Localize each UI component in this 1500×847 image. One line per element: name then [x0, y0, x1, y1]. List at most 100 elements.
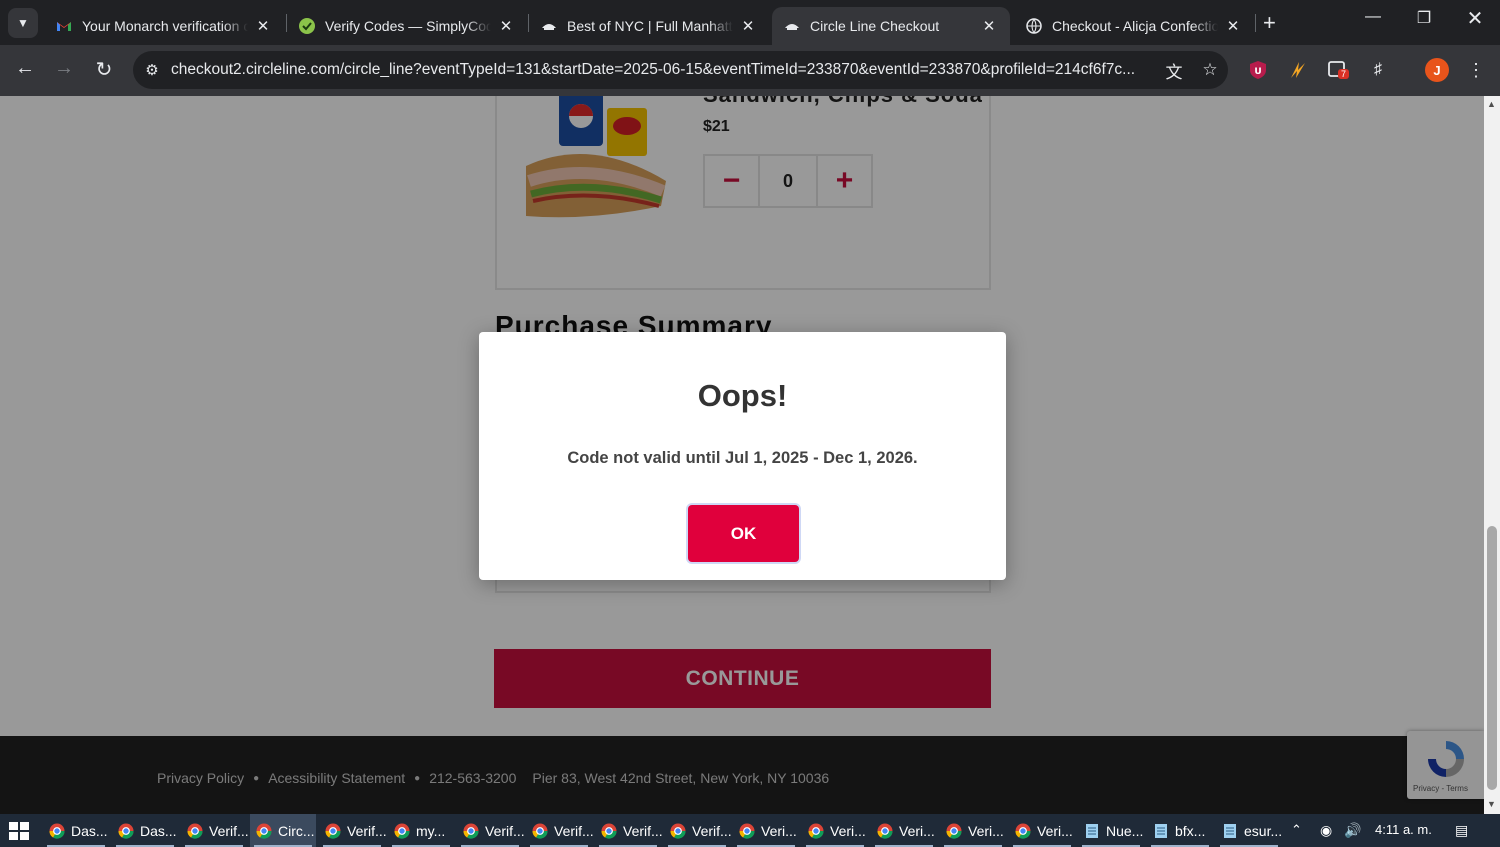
taskbar-item-label: Veri... — [968, 822, 1004, 839]
ublock-shield-icon[interactable]: U — [1246, 58, 1270, 82]
taskbar-item[interactable]: Verif... — [181, 814, 249, 847]
forward-arrow-icon[interactable]: → — [50, 57, 78, 80]
extension-badge-icon[interactable]: 7 — [1326, 58, 1350, 82]
chrome-icon — [118, 823, 134, 839]
page-scrollbar[interactable]: ▲ ▼ — [1484, 96, 1500, 814]
close-icon[interactable]: ✕ — [497, 17, 515, 35]
taskbar-item[interactable]: Veri... — [871, 814, 937, 847]
tab-title: Circle Line Checkout — [810, 18, 940, 34]
taskbar-item-label: Circ... — [278, 822, 315, 839]
restore-icon[interactable]: ❐ — [1404, 8, 1444, 28]
wifi-icon[interactable]: ◉ — [1320, 822, 1332, 839]
taskbar-item[interactable]: esur... — [1216, 814, 1282, 847]
taskbar-item[interactable]: my... — [388, 814, 454, 847]
chevron-down-icon: ▼ — [17, 16, 29, 30]
profile-avatar[interactable]: J — [1425, 58, 1449, 82]
chrome-icon — [670, 823, 686, 839]
bookmark-star-icon[interactable]: ☆ — [1192, 60, 1228, 80]
close-icon[interactable]: ✕ — [1224, 17, 1242, 35]
window-close-icon[interactable]: ✕ — [1455, 6, 1495, 31]
tab-simplycodes[interactable]: Verify Codes — SimplyCodes ✕ — [287, 7, 527, 45]
notifications-icon[interactable]: ▤ — [1455, 822, 1468, 839]
gmail-icon — [57, 22, 71, 31]
chrome-icon — [601, 823, 617, 839]
tab-search-button[interactable]: ▼ — [8, 8, 38, 38]
notepad-icon — [1155, 823, 1167, 838]
windows-taskbar: Das... Das... Verif... Circ... Verif... my...… — [0, 814, 1500, 847]
taskbar-item[interactable]: Das... — [112, 814, 178, 847]
lightning-extension-icon[interactable] — [1286, 58, 1310, 82]
scroll-up-arrow-icon[interactable]: ▲ — [1487, 99, 1496, 109]
url-text[interactable]: checkout2.circleline.com/circle_line?eve… — [171, 61, 1156, 79]
tab-title: Best of NYC | Full Manhattan — [567, 18, 733, 34]
new-tab-plus-icon[interactable]: + — [1263, 10, 1276, 36]
taskbar-item[interactable]: Nue... — [1078, 814, 1144, 847]
reload-icon[interactable]: ↻ — [90, 57, 118, 82]
chrome-icon — [394, 823, 410, 839]
taskbar-item-label: Verif... — [692, 822, 732, 839]
taskbar-clock[interactable]: 4:11 a. m. — [1375, 822, 1432, 837]
tray-chevron-up-icon[interactable]: ⌃ — [1291, 822, 1302, 838]
tab-best-of-nyc[interactable]: Best of NYC | Full Manhattan ✕ — [529, 7, 769, 45]
windows-start-icon[interactable] — [9, 822, 29, 840]
scrollbar-thumb[interactable] — [1487, 526, 1497, 790]
address-bar[interactable]: ⚙ checkout2.circleline.com/circle_line?e… — [133, 51, 1228, 89]
back-arrow-icon[interactable]: ← — [11, 57, 39, 80]
svg-text:U: U — [1254, 67, 1261, 77]
minimize-icon[interactable]: — — [1353, 8, 1393, 26]
tab-alicja-checkout[interactable]: Checkout - Alicja Confection ✕ — [1014, 7, 1254, 45]
taskbar-item[interactable]: Circ... — [250, 814, 316, 847]
taskbar-item-label: Verif... — [209, 822, 249, 839]
ok-button[interactable]: OK — [688, 505, 799, 562]
taskbar-item[interactable]: Veri... — [733, 814, 799, 847]
chrome-icon — [187, 823, 203, 839]
taskbar-item[interactable]: Veri... — [940, 814, 1006, 847]
chrome-icon — [739, 823, 755, 839]
chrome-icon — [1015, 823, 1031, 839]
chrome-icon — [256, 823, 272, 839]
globe-icon — [1026, 18, 1042, 34]
extensions-puzzle-icon[interactable]: ♯ — [1366, 58, 1390, 82]
close-icon[interactable]: ✕ — [980, 17, 998, 35]
scroll-down-arrow-icon[interactable]: ▼ — [1487, 799, 1496, 809]
taskbar-item-label: my... — [416, 822, 446, 839]
dialog-message: Code not valid until Jul 1, 2025 - Dec 1… — [567, 449, 918, 467]
tab-monarch[interactable]: Your Monarch verification co ✕ — [44, 7, 284, 45]
chrome-icon — [877, 823, 893, 839]
taskbar-item-label: esur... — [1244, 822, 1283, 839]
close-icon[interactable]: ✕ — [739, 17, 757, 35]
browser-tab-bar: ▼ Your Monarch verification co ✕ Verify … — [0, 0, 1500, 45]
taskbar-item-label: Veri... — [899, 822, 935, 839]
more-menu-icon[interactable]: ⋮ — [1464, 58, 1488, 82]
dialog-title: Oops! — [697, 378, 788, 413]
taskbar-item-label: Nue... — [1106, 822, 1144, 839]
taskbar-item[interactable]: Veri... — [1009, 814, 1075, 847]
tab-title: Checkout - Alicja Confection — [1052, 18, 1218, 34]
taskbar-item-label: Verif... — [623, 822, 663, 839]
chrome-icon — [463, 823, 479, 839]
taskbar-item[interactable]: bfx... — [1147, 814, 1213, 847]
taskbar-item[interactable]: Verif... — [526, 814, 594, 847]
circleline-icon — [542, 24, 556, 30]
close-icon[interactable]: ✕ — [254, 17, 272, 35]
browser-toolbar: ← → ↻ ⚙ checkout2.circleline.com/circle_… — [0, 45, 1500, 96]
notepad-icon — [1224, 823, 1236, 838]
error-dialog: Oops! Code not valid until Jul 1, 2025 -… — [479, 332, 1006, 580]
volume-icon[interactable]: 🔊 — [1344, 822, 1361, 839]
taskbar-item-label: Verif... — [347, 822, 387, 839]
circleline-icon — [785, 24, 799, 30]
site-settings-icon[interactable]: ⚙ — [133, 61, 171, 79]
taskbar-item[interactable]: Verif... — [457, 814, 525, 847]
taskbar-item-label: Das... — [140, 822, 177, 839]
taskbar-item-label: Das... — [71, 822, 108, 839]
taskbar-item[interactable]: Verif... — [595, 814, 663, 847]
taskbar-item-label: Veri... — [761, 822, 797, 839]
simplycodes-icon — [299, 18, 315, 34]
taskbar-item[interactable]: Verif... — [664, 814, 732, 847]
taskbar-item[interactable]: Veri... — [802, 814, 868, 847]
tab-circle-line-checkout[interactable]: Circle Line Checkout ✕ — [772, 7, 1010, 45]
taskbar-item[interactable]: Das... — [43, 814, 109, 847]
translate-icon[interactable]: 文 — [1156, 58, 1192, 83]
taskbar-item[interactable]: Verif... — [319, 814, 387, 847]
taskbar-item-label: Verif... — [554, 822, 594, 839]
